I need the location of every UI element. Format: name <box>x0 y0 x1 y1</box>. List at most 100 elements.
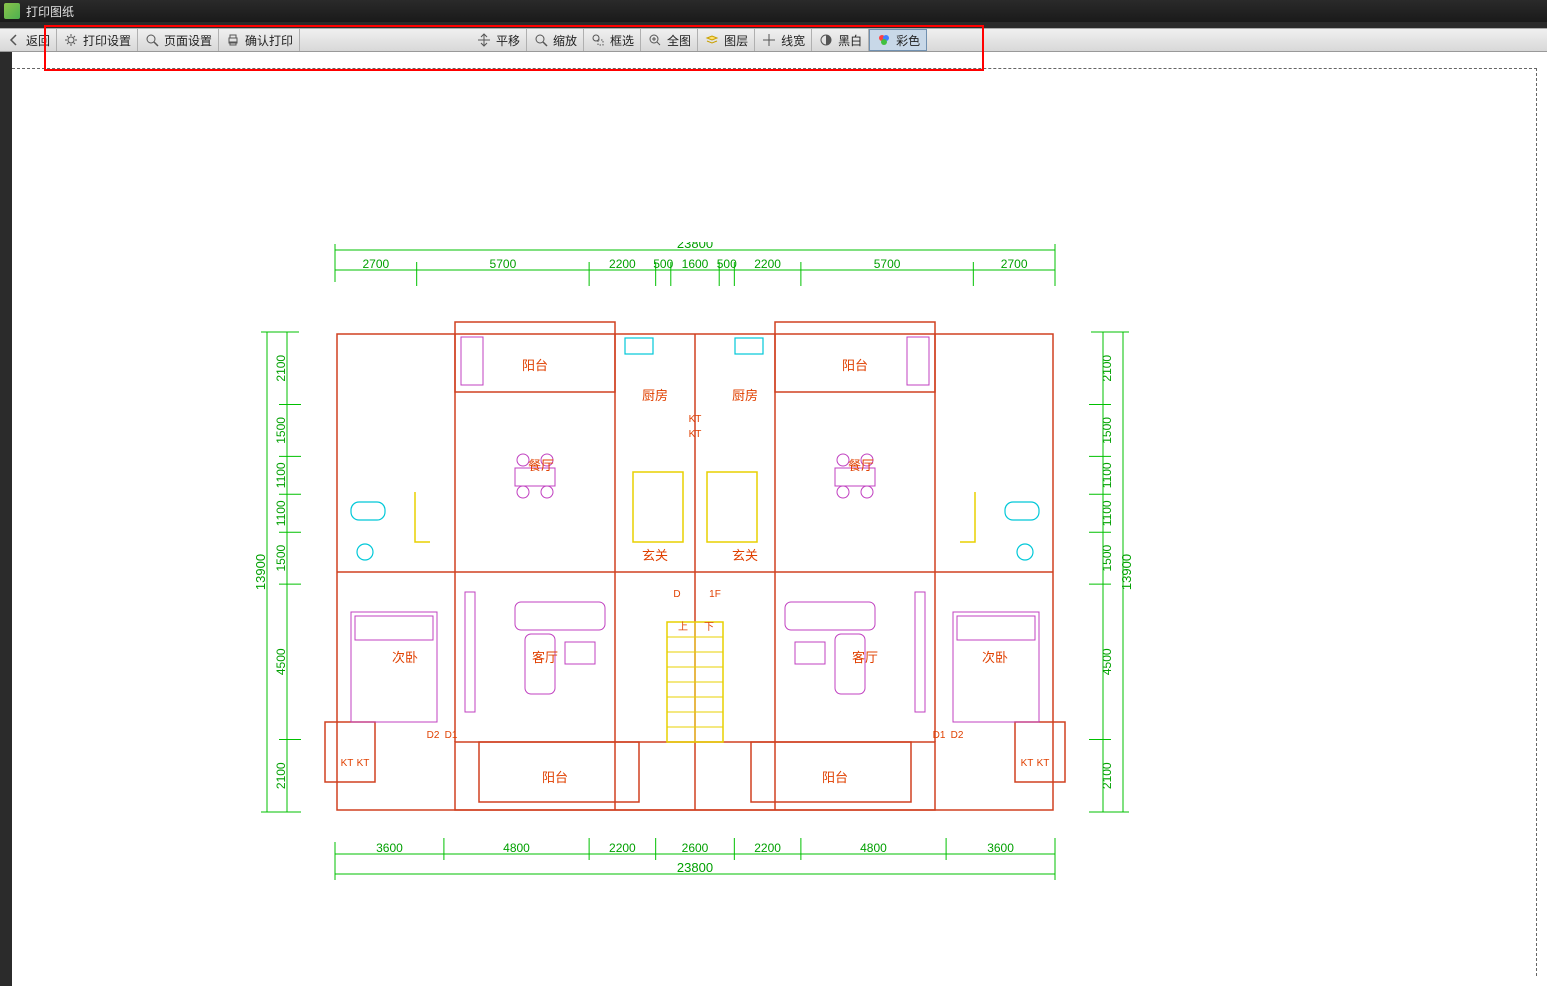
room-dining-r: 餐厅 <box>848 458 874 473</box>
bw-button-label: 黑白 <box>838 32 862 49</box>
print-settings-button-label: 打印设置 <box>83 32 131 49</box>
dim-value: 5700 <box>490 257 517 271</box>
app-icon <box>4 3 20 19</box>
label-d: D <box>673 589 680 600</box>
room-balcony-br: 阳台 <box>822 770 848 785</box>
room-living-r: 客厅 <box>852 650 878 665</box>
label-d2-r: D2 <box>951 730 964 741</box>
dim-value: 500 <box>717 257 737 271</box>
dim-value: 2200 <box>754 841 781 855</box>
page-settings-button-label: 页面设置 <box>164 32 212 49</box>
lineweight-button-label: 线宽 <box>781 32 805 49</box>
back-button-label: 返回 <box>26 32 50 49</box>
full-view-button-label: 全图 <box>667 32 691 49</box>
full-view-button[interactable]: 全图 <box>641 29 698 51</box>
back-button[interactable]: 返回 <box>0 29 57 51</box>
lineweight-icon <box>761 32 777 48</box>
room-living-l: 客厅 <box>532 650 558 665</box>
zoom-button-label: 缩放 <box>553 32 577 49</box>
label-kt-bl1: KT <box>341 758 354 769</box>
room-sbed-r: 次卧 <box>982 650 1008 665</box>
room-sbed-l: 次卧 <box>392 650 418 665</box>
label-d2-l: D2 <box>427 730 440 741</box>
dim-value: 3600 <box>987 841 1014 855</box>
stair-up: 上 <box>678 621 688 633</box>
pan-button-label: 平移 <box>496 32 520 49</box>
dim-value: 1500 <box>274 417 288 444</box>
dim-value: 5700 <box>874 257 901 271</box>
room-kitchen-l: 厨房 <box>642 388 668 403</box>
label-kt-br2: KT <box>1037 758 1050 769</box>
label-kt-2: KT <box>689 429 702 440</box>
dim-value: 2200 <box>609 841 636 855</box>
stair-down: 下 <box>704 622 714 633</box>
room-dining-l: 餐厅 <box>528 458 554 473</box>
label-d1-r: D1 <box>933 730 946 741</box>
dim-value: 1600 <box>682 257 709 271</box>
bw-button[interactable]: 黑白 <box>812 29 869 51</box>
zoom-button[interactable]: 缩放 <box>527 29 584 51</box>
window-title: 打印图纸 <box>26 3 74 20</box>
canvas-area[interactable]: 23800 2700570022005001600500220057002700… <box>0 52 1547 986</box>
dim-value: 2600 <box>682 841 709 855</box>
dim-right-total: 13900 <box>1119 554 1134 590</box>
layers-button[interactable]: 图层 <box>698 29 755 51</box>
color-icon <box>876 32 892 48</box>
label-kt-br1: KT <box>1021 758 1034 769</box>
room-balcony-tr: 阳台 <box>842 358 868 373</box>
dim-value: 1500 <box>1100 545 1114 572</box>
dim-value: 2100 <box>1100 355 1114 382</box>
dim-value: 1500 <box>1100 417 1114 444</box>
label-kt-bl2: KT <box>357 758 370 769</box>
back-icon <box>6 32 22 48</box>
lineweight-button[interactable]: 线宽 <box>755 29 812 51</box>
dim-value: 500 <box>653 257 673 271</box>
dim-value: 2200 <box>609 257 636 271</box>
box-select-button[interactable]: 框选 <box>584 29 641 51</box>
layers-button-label: 图层 <box>724 32 748 49</box>
box-icon <box>590 32 606 48</box>
color-button-label: 彩色 <box>896 32 920 49</box>
pan-button[interactable]: 平移 <box>470 29 527 51</box>
gear-icon <box>63 32 79 48</box>
dim-value: 2100 <box>1100 762 1114 789</box>
box-select-button-label: 框选 <box>610 32 634 49</box>
bw-icon <box>818 32 834 48</box>
dim-value: 4500 <box>1100 648 1114 675</box>
full-icon <box>647 32 663 48</box>
dim-value: 1100 <box>1100 500 1114 526</box>
layers-icon <box>704 32 720 48</box>
color-button[interactable]: 彩色 <box>869 29 927 51</box>
title-bar: 打印图纸 <box>0 0 1547 22</box>
label-d1-l: D1 <box>445 730 458 741</box>
dim-value: 4800 <box>503 841 530 855</box>
dim-value: 1100 <box>1100 462 1114 488</box>
room-balcony-bl: 阳台 <box>542 770 568 785</box>
dim-value: 4500 <box>274 648 288 675</box>
dim-value: 1100 <box>274 500 288 526</box>
dim-value: 2100 <box>274 355 288 382</box>
pan-icon <box>476 32 492 48</box>
print-settings-button[interactable]: 打印设置 <box>57 29 138 51</box>
dim-value: 2100 <box>274 762 288 789</box>
room-foyer-r: 玄关 <box>732 548 758 563</box>
left-gutter <box>0 52 12 986</box>
page-settings-button[interactable]: 页面设置 <box>138 29 219 51</box>
zoom-icon <box>144 32 160 48</box>
dim-value: 2200 <box>754 257 781 271</box>
toolbar: 返回 打印设置 页面设置 确认打印 平移 缩放 框选 全图 图层 线宽 黑白 彩色 <box>0 28 1547 52</box>
room-foyer-l: 玄关 <box>642 548 668 563</box>
floor-plan: 23800 2700570022005001600500220057002700… <box>255 242 1135 882</box>
dim-value: 3600 <box>376 841 403 855</box>
dim-value: 1100 <box>274 462 288 488</box>
room-balcony-tl: 阳台 <box>522 358 548 373</box>
label-1f: 1F <box>709 589 721 600</box>
confirm-print-button[interactable]: 确认打印 <box>219 29 300 51</box>
dim-left-total: 13900 <box>255 554 268 590</box>
room-kitchen-r: 厨房 <box>732 388 758 403</box>
dim-top-total: 23800 <box>677 242 713 251</box>
dim-value: 2700 <box>1001 257 1028 271</box>
print-icon <box>225 32 241 48</box>
dim-value: 1500 <box>274 545 288 572</box>
confirm-print-button-label: 确认打印 <box>245 32 293 49</box>
